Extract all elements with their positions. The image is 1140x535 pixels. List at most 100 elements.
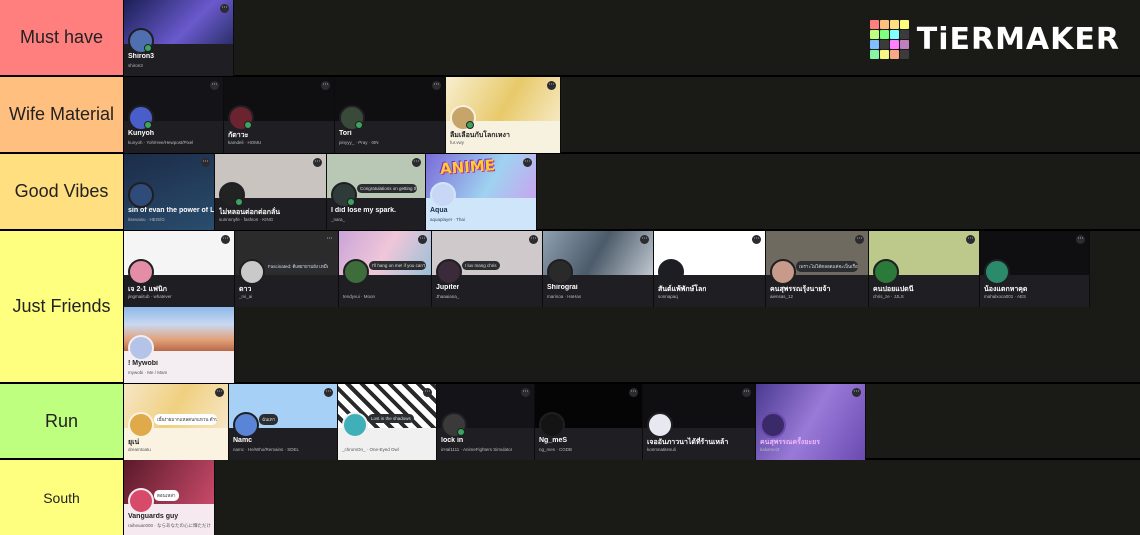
status-bubble: I luv mang chris bbox=[462, 261, 500, 270]
more-options-icon[interactable]: ⋯ bbox=[432, 81, 441, 90]
avatar bbox=[233, 412, 259, 438]
more-options-icon[interactable]: ⋯ bbox=[221, 235, 230, 244]
more-options-icon[interactable]: ⋯ bbox=[210, 81, 219, 90]
card-name: Shirograi bbox=[547, 284, 578, 291]
more-options-icon[interactable]: ⋯ bbox=[640, 235, 649, 244]
online-status-icon bbox=[235, 198, 243, 206]
more-options-icon[interactable]: ⋯ bbox=[215, 388, 224, 397]
tier-item-card[interactable]: ⋯ ฉันเทา Namc namc · He/Who/Remains · SD… bbox=[229, 384, 338, 460]
tier-row-good-vibes: Good Vibes ⋯ sin of evan the power of Lu… bbox=[0, 154, 1140, 231]
more-options-icon[interactable]: ⋯ bbox=[521, 388, 530, 397]
card-handle: aquaplayer · Thai bbox=[430, 217, 465, 222]
tier-label: Good Vibes bbox=[0, 154, 124, 229]
more-options-icon[interactable]: ⋯ bbox=[313, 158, 322, 167]
more-options-icon[interactable]: ⋯ bbox=[523, 158, 532, 167]
status-bubble: I'll hang on me! if you can't save me ti… bbox=[369, 261, 426, 270]
avatar bbox=[539, 412, 565, 438]
tier-row-run: Run ⋯ เบี้ยง่ายมากแหลดนกแหวน ตำบลอุพา ยุ… bbox=[0, 384, 1140, 460]
tier-item-card[interactable]: ⋯ ไม่หลอนต่อกต่อกลั่น sunnnnyfe · fashio… bbox=[215, 154, 327, 230]
tier-item-card[interactable]: ANIME ⋯ Aqua aquaplayer · Thai bbox=[426, 154, 537, 230]
tier-item-card[interactable]: ⋯ Congratulations on getting through it,… bbox=[327, 154, 426, 230]
tier-items: ⋯ เบี้ยง่ายมากแหลดนกแหวน ตำบลอุพา ยุเน่ … bbox=[124, 384, 1140, 460]
tier-label: Wife Material bbox=[0, 77, 124, 152]
avatar bbox=[760, 412, 786, 438]
avatar bbox=[658, 259, 684, 285]
more-options-icon[interactable]: ⋯ bbox=[418, 235, 427, 244]
tier-item-card[interactable]: ⋯ lock in irHal1111 · AnimeFighters Simu… bbox=[437, 384, 535, 460]
more-options-icon[interactable]: ⋯ bbox=[852, 388, 861, 397]
tier-label: Must have bbox=[0, 0, 124, 75]
tier-item-card[interactable]: ⋯ I luv mang chris Jupiter Jhaaaiana_ bbox=[432, 231, 543, 307]
tier-items: ⋯ Kunyoh kunyoh · Yoh/Hee/Hewpost/Pixel … bbox=[124, 77, 1140, 153]
card-handle: dreamtoatu bbox=[128, 447, 151, 452]
card-handle: chris_ze · JJLS bbox=[873, 294, 904, 299]
tier-item-card[interactable]: ⋯ น้องแตกหาคุด mahalxoca001 · AES bbox=[980, 231, 1090, 307]
tier-item-card[interactable]: ⋯ คนสุพรรณครั้งยะยร kakamei3 bbox=[756, 384, 866, 460]
avatar bbox=[436, 259, 462, 285]
tier-items: ⋯ เจ 2-1 แฟนิก jingmaiitub · whatever ⋯ … bbox=[124, 231, 1140, 383]
more-options-icon[interactable]: ⋯ bbox=[529, 235, 538, 244]
tier-label: Just Friends bbox=[0, 231, 124, 382]
card-name: Jupiter bbox=[436, 284, 460, 291]
tier-item-card[interactable]: ⋯ กัดาวะ kamdeli · HOMU bbox=[224, 77, 335, 153]
tier-item-card[interactable]: ⋯ คนปอยแปดนี chris_ze · JJLS bbox=[869, 231, 980, 307]
more-options-icon[interactable]: ⋯ bbox=[324, 388, 333, 397]
status-bubble: Lost in the shadows bbox=[368, 414, 414, 423]
more-options-icon[interactable]: ⋯ bbox=[752, 235, 761, 244]
anime-logo: ANIME bbox=[439, 156, 496, 178]
tier-board: Must have ⋯ Shiron3 shiron3 TiERMAKER Wi… bbox=[0, 0, 1140, 535]
tier-item-card[interactable]: ⋯ Lost in the shadows _chromOn_ · One-Ey… bbox=[338, 384, 437, 460]
card-name: Namc bbox=[233, 437, 253, 444]
more-options-icon[interactable]: ⋯ bbox=[547, 81, 556, 90]
tier-item-card[interactable]: ⋯ เจ 2-1 แฟนิก jingmaiitub · whatever bbox=[124, 231, 235, 307]
card-handle: sonnapaq bbox=[658, 294, 678, 299]
more-options-icon[interactable]: ⋯ bbox=[325, 235, 334, 244]
card-handle: itsevaisu · HEIS/G bbox=[128, 217, 165, 222]
card-handle: aiensas_12 bbox=[770, 294, 794, 299]
tier-item-card[interactable]: ⋯ sin of evan the power of Lucis itsevai… bbox=[124, 154, 215, 230]
more-options-icon[interactable]: ⋯ bbox=[201, 158, 210, 167]
card-name: Shiron3 bbox=[128, 53, 155, 60]
tier-item-card[interactable]: ⋯ Kunyoh kunyoh · Yoh/Hee/Hewpost/Pixel bbox=[124, 77, 224, 153]
avatar bbox=[430, 182, 456, 208]
tier-item-card[interactable]: ⋯ Shirograi marinoa · HaHas bbox=[543, 231, 654, 307]
avatar bbox=[128, 259, 154, 285]
more-options-icon[interactable]: ⋯ bbox=[423, 388, 432, 397]
tier-item-card[interactable]: ⋯ เจออันภาวนาได้ที่ร้านเหล้า konmnatites… bbox=[643, 384, 756, 460]
tier-items: ⋯ sin of evan the power of Lucis itsevai… bbox=[124, 154, 1140, 230]
more-options-icon[interactable]: ⋯ bbox=[966, 235, 975, 244]
more-options-icon[interactable]: ⋯ bbox=[855, 235, 864, 244]
tier-item-card[interactable]: ⋯ Ng_meS ng_mes · CGDB bbox=[535, 384, 643, 460]
card-handle: Jhaaaiana_ bbox=[436, 294, 460, 299]
tier-item-card[interactable]: ⋯ เพราะไม่ได้ตลอดแค่จะเป็นเรื่อยๆ คนสุพร… bbox=[766, 231, 869, 307]
card-name: Ng_meS bbox=[539, 437, 568, 444]
online-status-icon bbox=[355, 121, 363, 129]
tier-item-card[interactable]: ⋯ เบี้ยง่ายมากแหลดนกแหวน ตำบลอุพา ยุเน่ … bbox=[124, 384, 229, 460]
online-status-icon bbox=[144, 121, 152, 129]
more-options-icon[interactable]: ⋯ bbox=[742, 388, 751, 397]
avatar bbox=[984, 259, 1010, 285]
tier-item-card[interactable]: ⋯ ลืมเลือนกับโลกเหงา fur.vwy bbox=[446, 77, 561, 153]
more-options-icon[interactable]: ⋯ bbox=[220, 4, 229, 13]
status-bubble: ตอนเหล่า bbox=[154, 490, 179, 501]
card-name: Vanguards guy bbox=[128, 513, 179, 520]
tier-row-wife-material: Wife Material ⋯ Kunyoh kunyoh · Yoh/Hee/… bbox=[0, 77, 1140, 154]
avatar bbox=[343, 259, 369, 285]
tier-item-card[interactable]: ⋯ สันต์แพ้พักษ์โลก sonnapaq bbox=[654, 231, 766, 307]
card-handle: _chromOn_ · One-Eyed Owl bbox=[342, 447, 399, 452]
card-handle: mywobi · Me / Mam bbox=[128, 370, 168, 375]
more-options-icon[interactable]: ⋯ bbox=[412, 158, 421, 167]
tier-item-card[interactable]: ตอนเหล่า Vanguards guy raiheuan000 · ならあ… bbox=[124, 460, 215, 535]
card-name: lock in bbox=[441, 437, 464, 444]
card-handle: konmnatitesuli bbox=[647, 447, 676, 452]
more-options-icon[interactable]: ⋯ bbox=[1076, 235, 1085, 244]
tier-item-card[interactable]: ⋯ I'll hang on me! if you can't save me … bbox=[339, 231, 432, 307]
tier-item-card[interactable]: ! Mywobi mywobi · Me / Mam bbox=[124, 307, 235, 383]
more-options-icon[interactable]: ⋯ bbox=[629, 388, 638, 397]
tier-item-card[interactable]: ⋯ Tori pinyyy_ · Pray · 0IN bbox=[335, 77, 446, 153]
tier-item-card[interactable]: ⋯ Fascinated: ดีเตยายามยัง เหมือนไม่ขยาย… bbox=[235, 231, 339, 307]
card-handle: irHal1111 · AnimeFighters Simulator bbox=[441, 447, 513, 452]
tier-item-card[interactable]: ⋯ Shiron3 shiron3 bbox=[124, 0, 234, 76]
more-options-icon[interactable]: ⋯ bbox=[321, 81, 330, 90]
card-name: I did lose my spark. bbox=[331, 207, 396, 214]
